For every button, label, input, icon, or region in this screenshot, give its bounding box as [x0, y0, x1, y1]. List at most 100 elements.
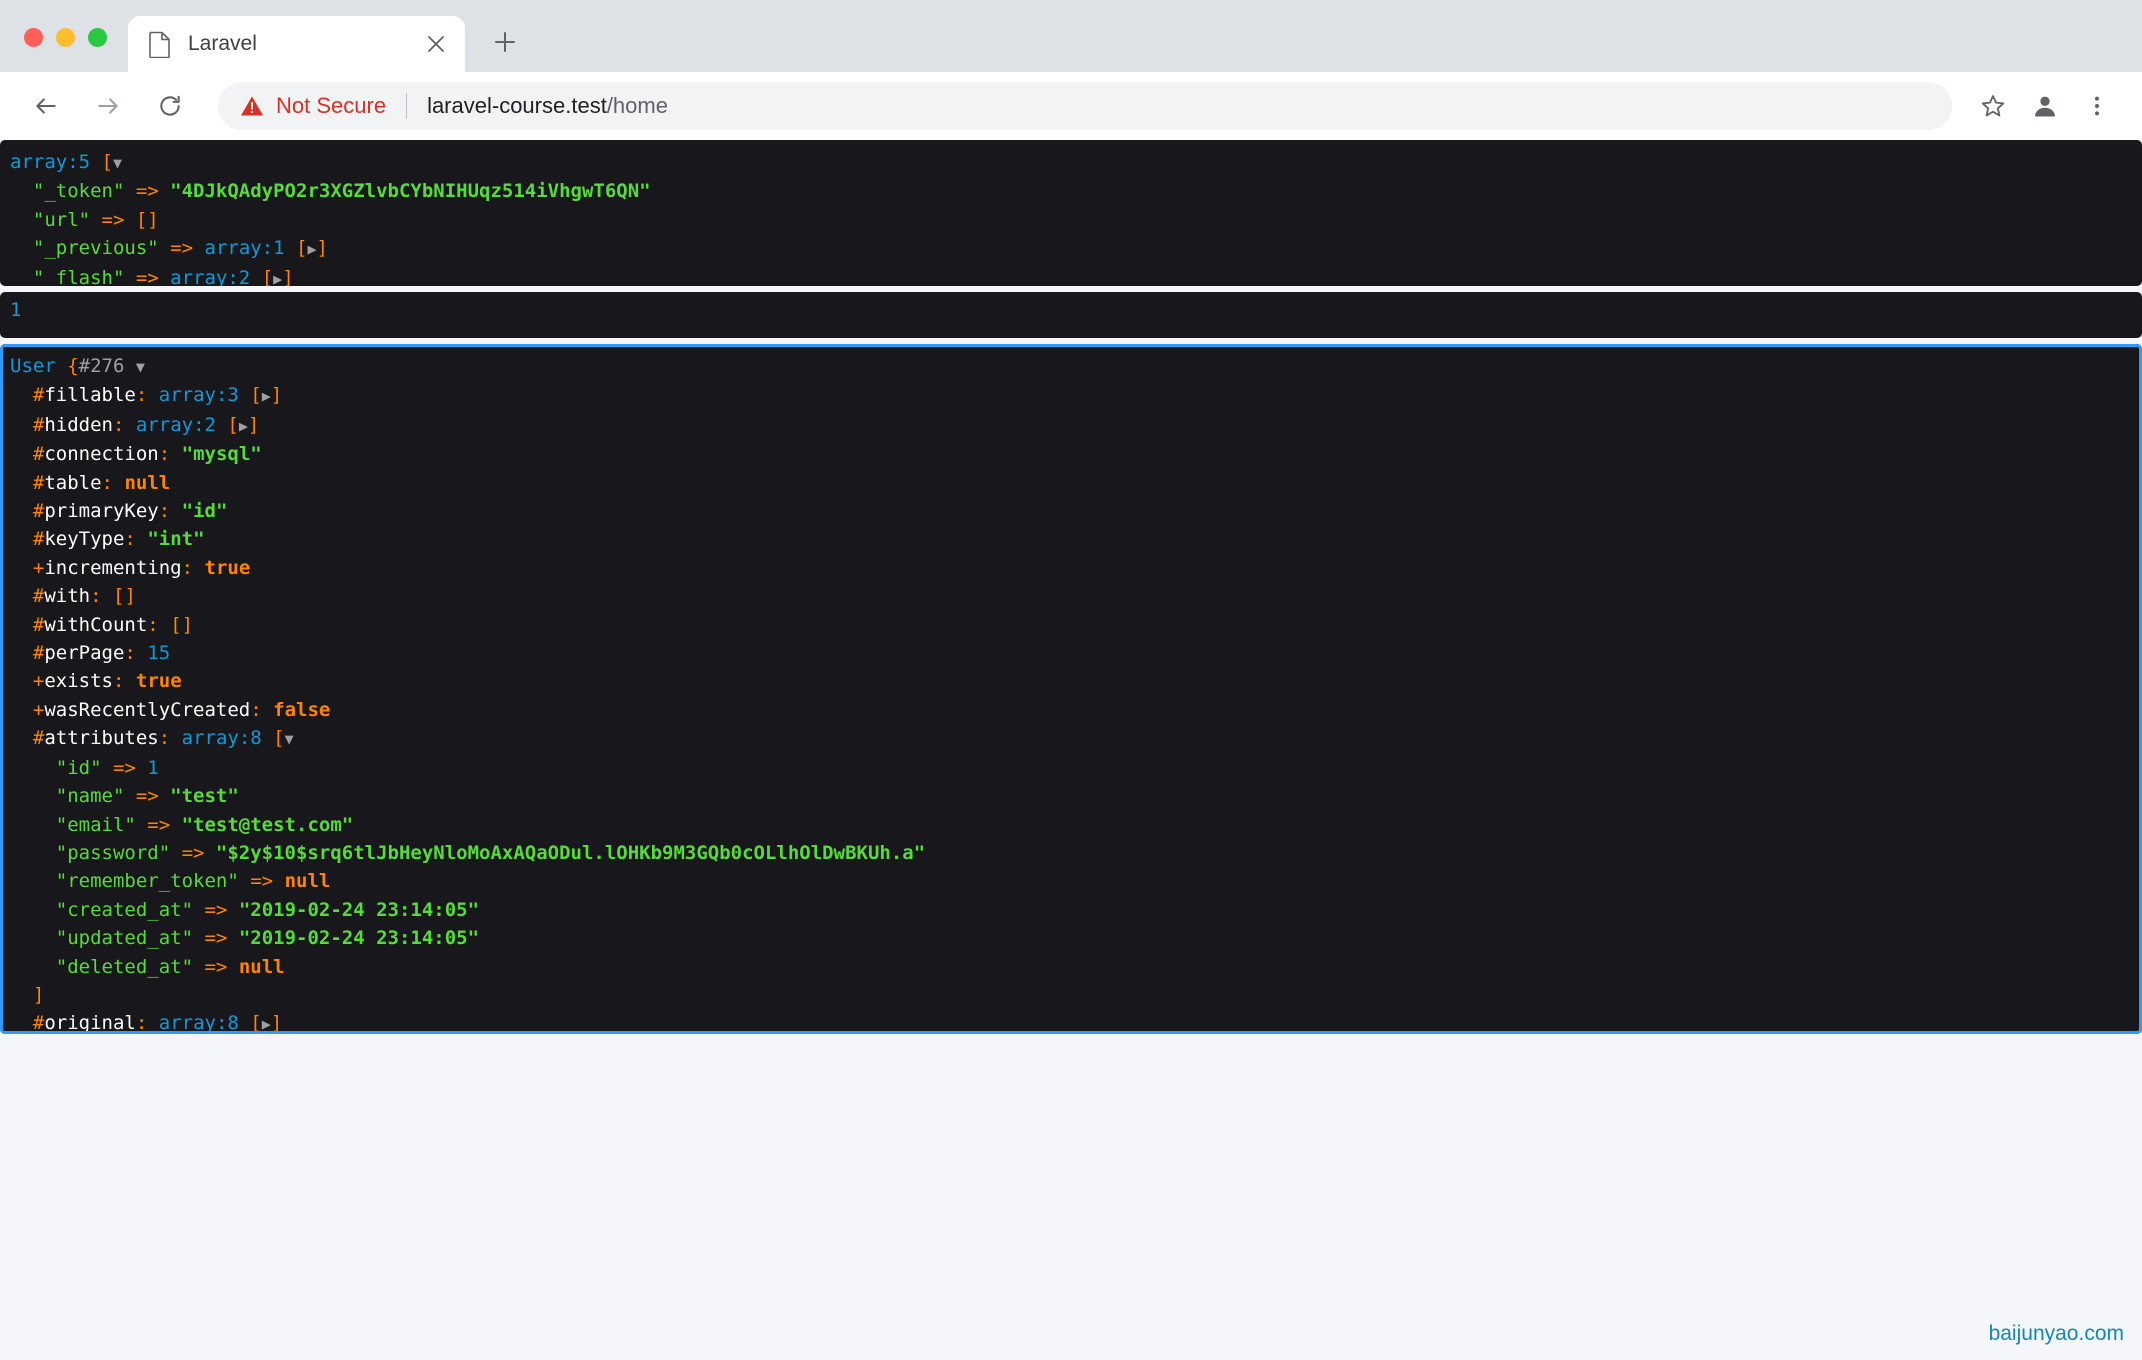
tab-title: Laravel	[188, 32, 257, 55]
dump-token: exists	[44, 670, 113, 693]
dump-token: :	[181, 556, 205, 579]
dump-line: ]	[10, 984, 44, 1006]
dump-line: #attributes: array:8 [▼	[10, 727, 294, 749]
dump-token: primaryKey	[44, 500, 159, 523]
dump-token: ]	[316, 237, 328, 260]
dump-token: =>	[135, 813, 182, 836]
dump-token	[10, 899, 56, 921]
dump-token: "2019-02-24 23:14:05"	[238, 898, 480, 921]
dump-toggle-icon[interactable]: ▼	[285, 730, 294, 748]
dump-toggle-icon[interactable]: ▶	[262, 387, 271, 405]
close-window-button[interactable]	[24, 28, 43, 47]
dump-toggle-icon[interactable]: ▶	[262, 1015, 271, 1033]
dump-token: +	[32, 556, 45, 579]
dump-token: =>	[193, 955, 239, 978]
dump-token: "test@test.com"	[181, 813, 354, 836]
dump-token: "email"	[55, 813, 136, 836]
dump-token: []	[113, 585, 136, 608]
dump-token: array:2	[135, 413, 216, 436]
dump-toggle-icon[interactable]: ▶	[307, 240, 316, 258]
dump-token: "remember_token"	[55, 870, 239, 893]
dump-line: #with: []	[10, 585, 136, 607]
dump-toggle-icon[interactable]: ▼	[136, 358, 145, 376]
dump-token: "name"	[55, 785, 125, 808]
dump-token: :	[124, 642, 148, 665]
tab-laravel[interactable]: Laravel	[128, 16, 465, 72]
dump-token: [	[101, 151, 113, 173]
dump-token: withCount	[44, 613, 148, 636]
dump-token: :	[135, 384, 159, 407]
dump-token	[10, 814, 56, 836]
dump-token: #	[32, 727, 45, 750]
minimize-window-button[interactable]	[56, 28, 75, 47]
dump-token	[10, 209, 33, 231]
dump-line: "updated_at" => "2019-02-24 23:14:05"	[10, 927, 479, 949]
dump-token: =>	[193, 927, 239, 950]
dump-toggle-icon[interactable]: ▶	[239, 417, 248, 435]
dump-line: User {#276 ▼	[10, 355, 145, 377]
dump-token: [	[250, 384, 262, 407]
url-path: /home	[606, 92, 668, 118]
dump-token: ]	[282, 266, 294, 286]
forward-button[interactable]	[84, 82, 132, 130]
dump-token: null	[284, 870, 331, 893]
dump-token: ]	[270, 1012, 283, 1034]
dump-line: #withCount: []	[10, 614, 193, 636]
url-text: laravel-course.test/home	[427, 93, 668, 119]
window-traffic-lights	[24, 28, 107, 47]
dump-token: :	[124, 528, 148, 551]
dump-token: array:2	[170, 266, 251, 286]
maximize-window-button[interactable]	[88, 28, 107, 47]
dump-line: "password" => "$2y$10$srq6tlJbHeyNloMoAx…	[10, 842, 925, 864]
dump-token: #	[32, 443, 45, 466]
close-tab-button[interactable]	[421, 29, 451, 59]
dump-token: =>	[193, 898, 239, 921]
dump-token: "_flash"	[32, 266, 125, 286]
dump-line: #primaryKey: "id"	[10, 500, 228, 523]
var-dump-list: array:5 [▼ "_token" => "4DJkQAdyPO2r3XGZ…	[0, 140, 2142, 1034]
dump-token: #	[32, 585, 45, 608]
dump-token: keyType	[44, 528, 125, 551]
scalar-dump[interactable]: 1	[0, 292, 2142, 338]
back-button[interactable]	[22, 82, 70, 130]
dump-token: #	[32, 500, 45, 523]
dump-token: incrementing	[44, 556, 182, 579]
dump-token: table	[44, 471, 102, 494]
bookmark-star-icon[interactable]	[1970, 83, 2016, 129]
dump-token: :	[250, 698, 274, 721]
user-model-dump[interactable]: User {#276 ▼ #fillable: array:3 [▶] #hid…	[0, 344, 2142, 1034]
dump-token: #	[32, 413, 45, 436]
dump-token: perPage	[44, 642, 125, 665]
reload-button[interactable]	[146, 82, 194, 130]
new-tab-button[interactable]	[481, 18, 529, 66]
dump-toggle-icon[interactable]: ▶	[273, 270, 282, 286]
dump-token: 1	[147, 756, 159, 779]
dump-line: +incrementing: true	[10, 557, 250, 579]
dump-toggle-icon[interactable]: ▼	[113, 154, 122, 172]
dump-token: [	[296, 237, 308, 260]
browser-menu-icon[interactable]	[2074, 83, 2120, 129]
dump-token	[10, 557, 33, 579]
dump-token: ]	[32, 983, 45, 1006]
session-array-dump[interactable]: array:5 [▼ "_token" => "4DJkQAdyPO2r3XGZ…	[0, 140, 2142, 286]
dump-token: :	[147, 613, 171, 636]
dump-token	[10, 267, 33, 286]
dump-token: +	[32, 670, 45, 693]
dump-token: null	[124, 471, 171, 494]
dump-token: "created_at"	[55, 898, 194, 921]
dump-token: "$2y$10$srq6tlJbHeyNloMoAxAQaODul.lOHKb9…	[215, 841, 926, 864]
dump-token	[10, 500, 33, 522]
dump-token: =>	[170, 841, 216, 864]
dump-token	[10, 585, 33, 607]
dump-token: 1	[10, 299, 22, 321]
dump-token: #	[32, 528, 45, 551]
address-bar[interactable]: Not Secure laravel-course.test/home	[218, 81, 1952, 130]
dump-token: User	[10, 355, 56, 377]
dump-token: connection	[44, 443, 159, 466]
dump-line: "created_at" => "2019-02-24 23:14:05"	[10, 899, 479, 921]
dump-token: [	[261, 266, 274, 286]
dump-line: #keyType: "int"	[10, 528, 205, 550]
dump-token: with	[44, 585, 91, 608]
profile-avatar-icon[interactable]	[2022, 83, 2068, 129]
dump-token: array:5	[10, 151, 91, 173]
